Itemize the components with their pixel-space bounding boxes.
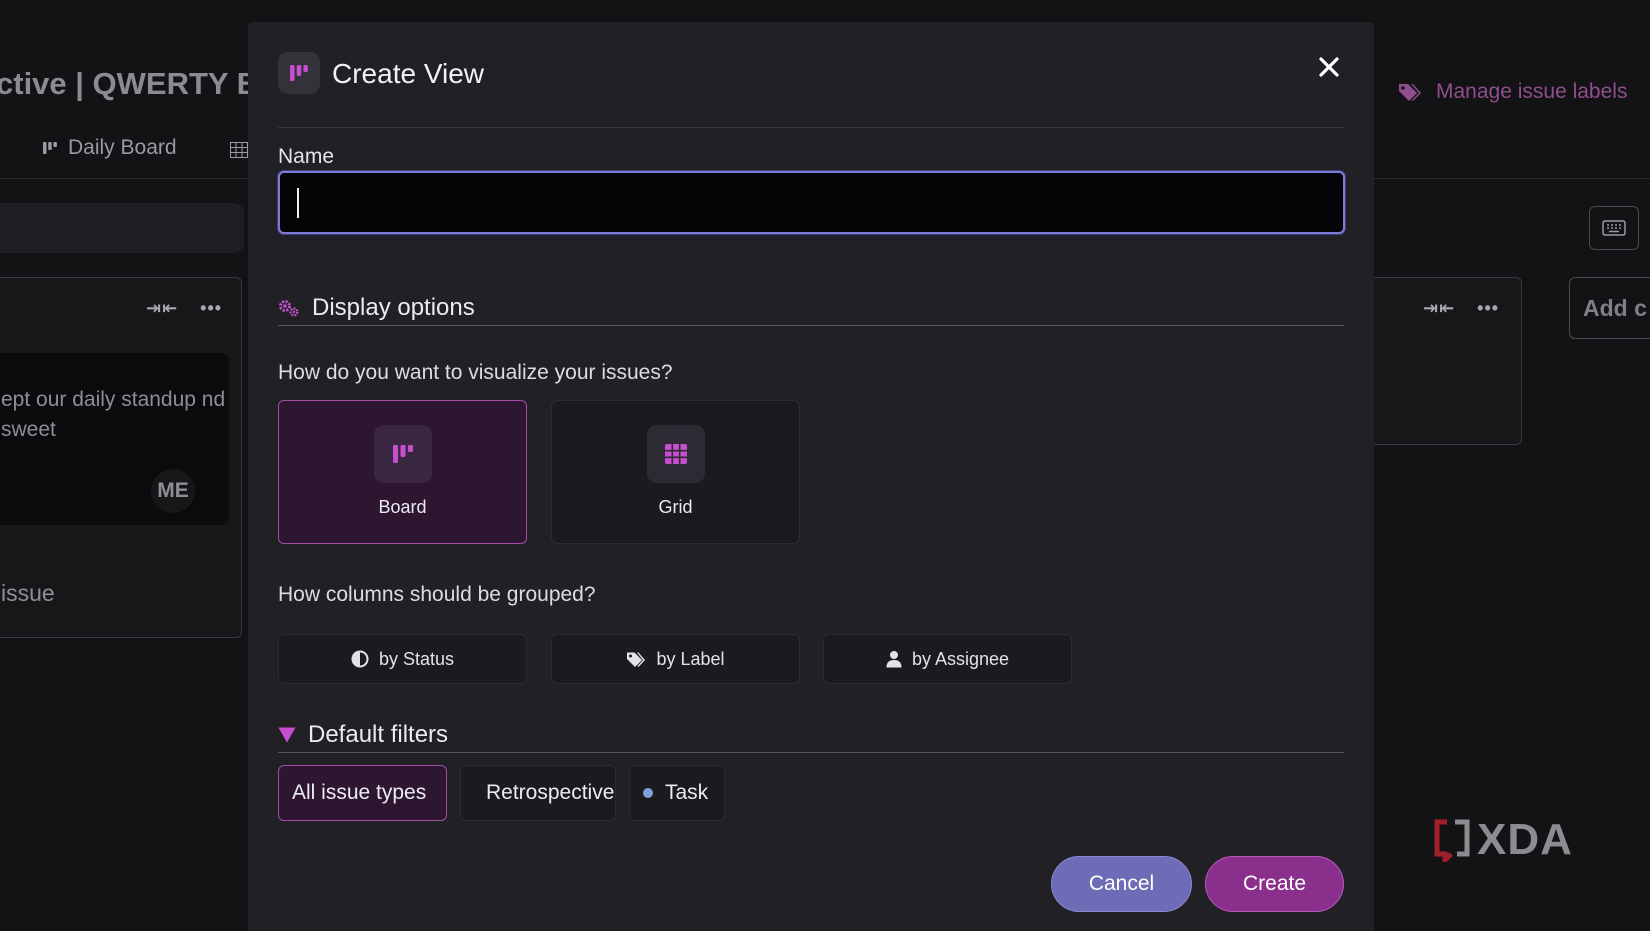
board-column: ⇥⇤ ••• (1350, 277, 1522, 445)
add-issue-link[interactable]: issue (1, 580, 55, 607)
group-by-status-button[interactable]: by Status (278, 634, 527, 684)
project-title: ctive | QWERTY B (0, 66, 260, 101)
half-circle-icon (351, 650, 369, 668)
gears-icon (279, 299, 299, 316)
filter-all-issue-types[interactable]: All issue types (278, 765, 447, 821)
tab-daily-board[interactable]: Daily Board (42, 136, 177, 160)
more-icon[interactable]: ••• (200, 298, 222, 319)
avatar: ME (151, 469, 195, 513)
filter-icon (278, 727, 296, 742)
text-caret (297, 188, 299, 218)
board-icon (43, 142, 57, 154)
filter-chip-label: Retrospective (486, 781, 615, 804)
group-option-label: by Assignee (911, 648, 1010, 669)
group-option-label: by Label (656, 648, 725, 669)
board-icon (373, 425, 432, 483)
tags-icon (1399, 84, 1421, 101)
manage-issue-labels-link[interactable]: Manage issue labels (1398, 80, 1627, 104)
group-by-assignee-button[interactable]: by Assignee (823, 634, 1072, 684)
visualize-question: How do you want to visualize your issues… (278, 361, 673, 384)
watermark-text: XDA (1477, 815, 1573, 864)
filter-retrospective[interactable]: Retrospective (460, 765, 616, 821)
name-input[interactable] (278, 171, 1345, 234)
keyboard-icon (1602, 220, 1626, 236)
grid-icon[interactable] (230, 142, 248, 158)
search-bar[interactable] (0, 203, 244, 253)
user-icon (886, 651, 902, 668)
task-dot (643, 788, 653, 798)
name-label: Name (278, 145, 335, 168)
card-text: ept our daily standup nd sweet (1, 388, 226, 441)
manage-labels-text: Manage issue labels (1436, 80, 1628, 103)
filter-task[interactable]: Task (629, 765, 725, 821)
filter-chip-label: Task (665, 781, 709, 804)
create-button[interactable]: Create (1205, 856, 1344, 912)
view-option-label: Board (378, 497, 427, 517)
collapse-column-icon[interactable]: ⇥⇤ (146, 298, 178, 319)
group-option-label: by Status (378, 648, 455, 669)
issue-card[interactable]: ept our daily standup nd sweet ME (0, 353, 229, 525)
default-filters-heading: Default filters (278, 717, 1344, 753)
grouping-question: How columns should be grouped? (278, 583, 596, 606)
collapse-column-icon[interactable]: ⇥⇤ (1423, 298, 1455, 319)
board-icon (278, 52, 320, 94)
xda-logo-icon (1434, 819, 1470, 862)
close-icon (1319, 57, 1339, 77)
keyboard-shortcuts-button[interactable] (1589, 206, 1639, 250)
close-button[interactable] (1314, 52, 1344, 82)
tab-label: Daily Board (68, 136, 177, 159)
grid-icon (646, 425, 705, 483)
default-filters-title: Default filters (308, 720, 449, 748)
board-column: ⇥⇤ ••• ept our daily standup nd sweet ME… (0, 277, 242, 638)
dialog-header: Create View (278, 52, 1344, 128)
display-options-heading: Display options (278, 290, 1344, 326)
xda-watermark: XDA (1433, 815, 1573, 865)
view-option-board[interactable]: Board (278, 400, 527, 544)
dialog-title: Create View (332, 58, 485, 89)
more-icon[interactable]: ••• (1477, 298, 1499, 319)
display-options-title: Display options (312, 293, 475, 321)
cancel-button[interactable]: Cancel (1051, 856, 1192, 912)
view-option-label: Grid (658, 497, 693, 517)
filter-chip-label: All issue types (292, 781, 427, 804)
tags-icon (627, 652, 646, 667)
create-view-dialog: Create View Name Display options How do … (248, 22, 1374, 931)
view-option-grid[interactable]: Grid (551, 400, 800, 544)
add-column-button[interactable]: Add c (1569, 277, 1650, 339)
group-by-label-button[interactable]: by Label (551, 634, 800, 684)
